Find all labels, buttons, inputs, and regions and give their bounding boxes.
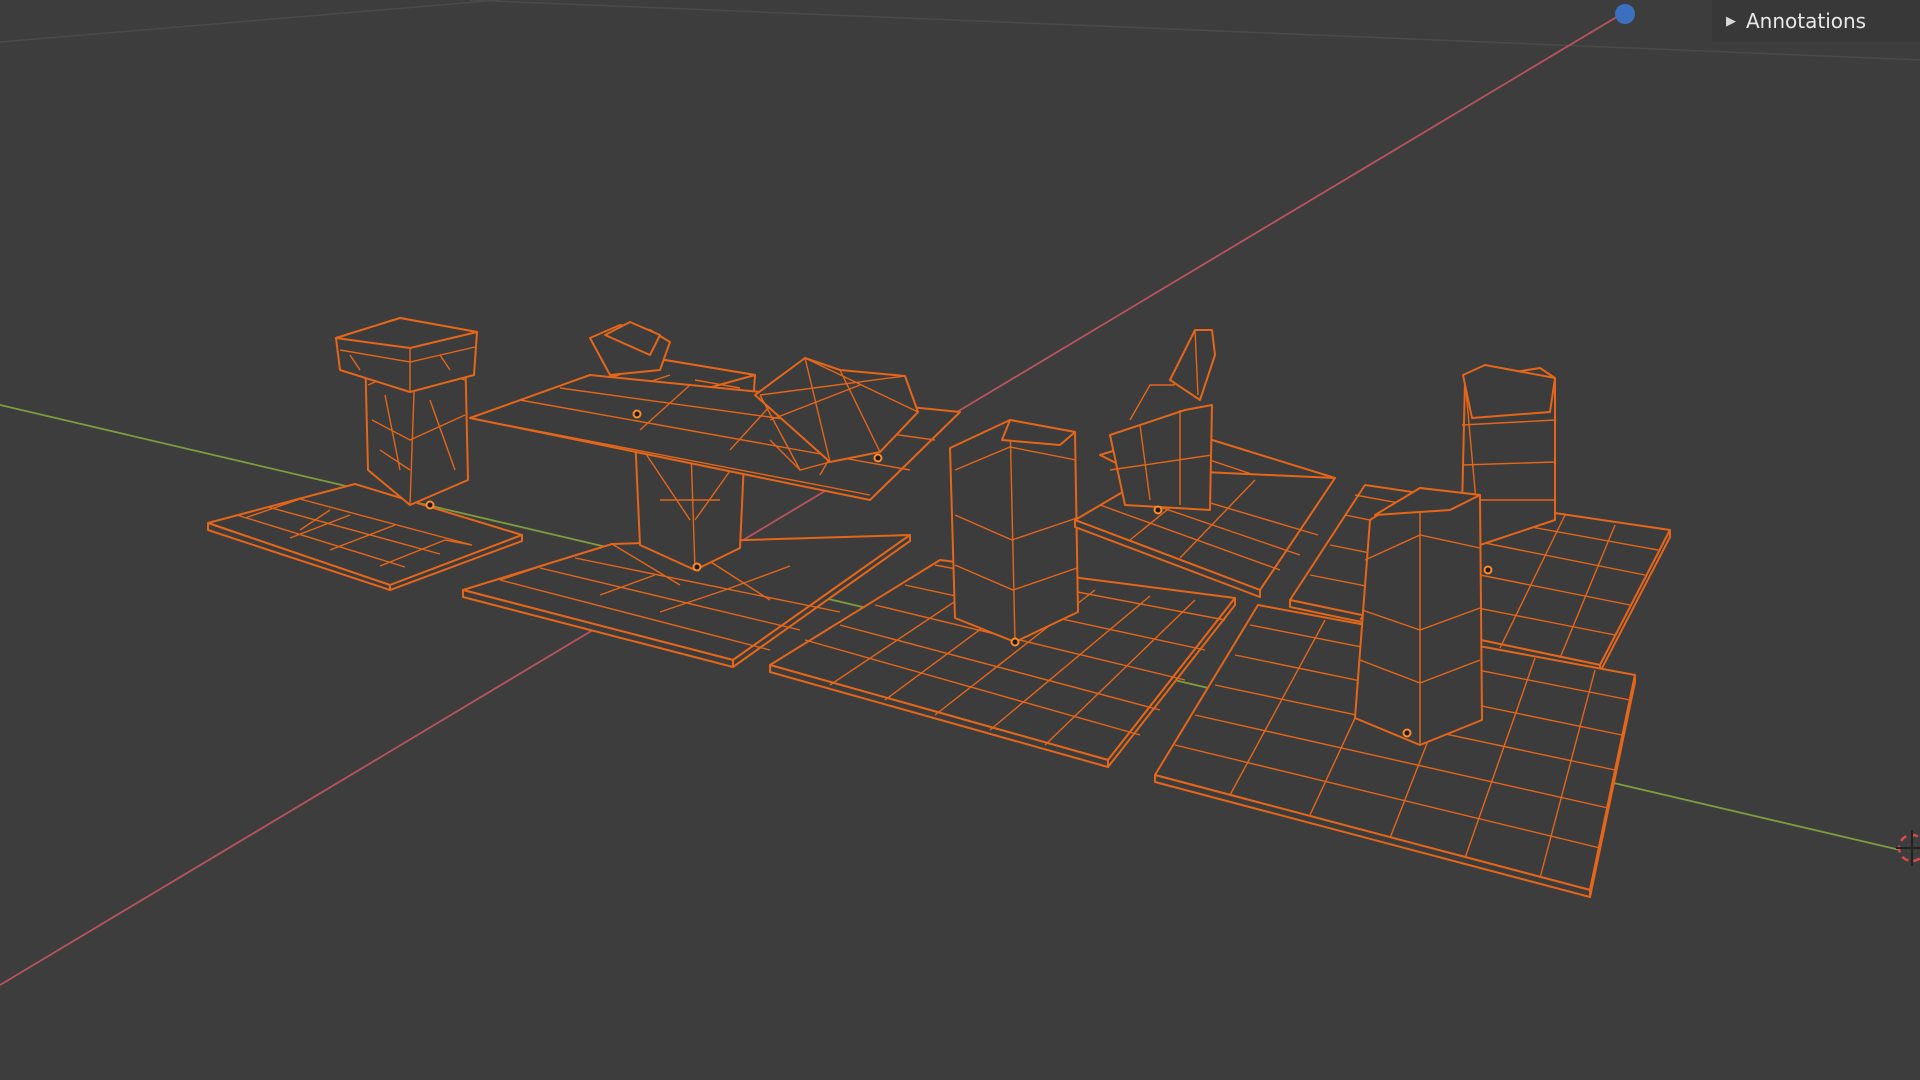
grid-line [469, 0, 1920, 61]
annotations-panel-header[interactable]: ▶ Annotations [1712, 0, 1920, 42]
origin-point [1153, 505, 1163, 515]
origin-point [873, 453, 883, 463]
origin-point [632, 409, 642, 419]
3d-viewport[interactable]: ▶ Annotations [0, 0, 1920, 1080]
origin-point [1402, 728, 1412, 738]
origin-point [692, 562, 702, 572]
annotations-label: Annotations [1746, 9, 1867, 33]
3d-cursor-icon[interactable] [1896, 830, 1920, 866]
origin-point [425, 500, 435, 510]
object-floor-tile-pillar[interactable] [207, 317, 523, 591]
grid-line [0, 0, 501, 43]
viewport-scene[interactable] [0, 0, 1920, 1080]
origin-point [1483, 565, 1493, 575]
object-floor-tile-broken-wall[interactable] [1074, 329, 1336, 598]
origin-point [1010, 637, 1020, 647]
disclosure-triangle-right-icon[interactable]: ▶ [1726, 14, 1736, 29]
gizmo-z-axis-dot[interactable] [1615, 4, 1635, 24]
